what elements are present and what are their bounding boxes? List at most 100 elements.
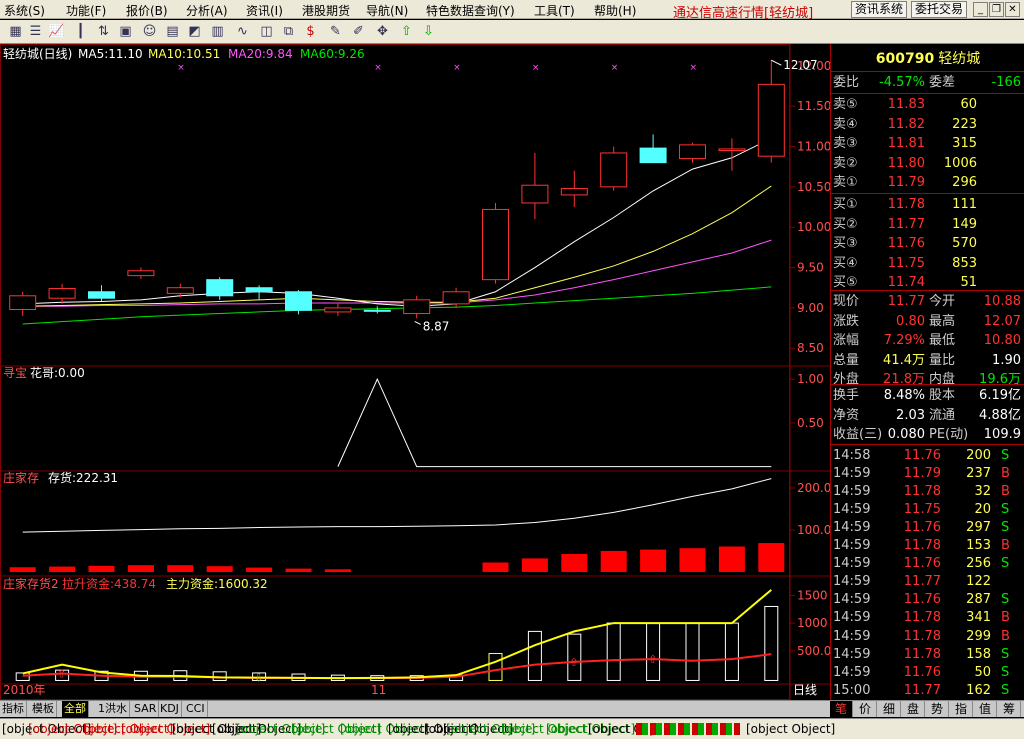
candle[interactable] bbox=[403, 295, 431, 319]
fin-value: 6.19亿 bbox=[979, 388, 1021, 403]
ma5-line bbox=[22, 137, 772, 307]
fund-icon[interactable]: ◩ bbox=[185, 22, 204, 41]
candle[interactable] bbox=[127, 267, 155, 279]
candle[interactable] bbox=[87, 285, 116, 302]
panel-tabs: 笔价细盘势指值筹 bbox=[830, 700, 1024, 717]
candle[interactable] bbox=[363, 306, 391, 314]
pen-icon[interactable]: ✎ bbox=[326, 22, 345, 41]
indicator-tab[interactable]: 全部 bbox=[62, 701, 89, 717]
menu-special-data[interactable]: 特色数据查询(Y) bbox=[426, 2, 515, 19]
indicator-tab[interactable]: KDJ bbox=[158, 701, 182, 717]
panel-tab[interactable]: 筹 bbox=[998, 701, 1021, 717]
menu-quote[interactable]: 报价(B) bbox=[126, 2, 168, 19]
bid-label: 买④ bbox=[833, 255, 858, 271]
y-tick-label: 500.0 bbox=[797, 644, 830, 658]
candle[interactable] bbox=[48, 283, 76, 304]
stock-bar bbox=[718, 546, 745, 572]
minimize-icon[interactable]: _ bbox=[973, 2, 988, 17]
folder-icon[interactable]: ▣ bbox=[116, 22, 135, 41]
candle-body bbox=[718, 148, 746, 152]
indicator-tab[interactable]: SAR bbox=[132, 701, 160, 717]
arrow-up-icon[interactable]: ⇧ bbox=[397, 22, 416, 41]
candle[interactable] bbox=[284, 290, 313, 315]
grid-icon[interactable]: ▦ bbox=[6, 22, 25, 41]
rsi-icon[interactable]: ∿ bbox=[233, 22, 252, 41]
menu-hk-futures[interactable]: 港股期货 bbox=[302, 2, 350, 19]
menu-system[interactable]: 系统(S) bbox=[4, 2, 45, 19]
candle[interactable] bbox=[678, 142, 707, 163]
candle-body bbox=[206, 279, 234, 297]
tick-price: 11.78 bbox=[903, 538, 941, 554]
chart-window-icon[interactable]: ◫ bbox=[257, 22, 276, 41]
zhuangcun2-label: 庄家存货2 bbox=[3, 576, 59, 591]
restore-icon[interactable]: ❐ bbox=[989, 2, 1004, 17]
sort-icon[interactable]: ⇅ bbox=[94, 22, 113, 41]
signal-marker: × bbox=[611, 63, 619, 73]
indicator-tab[interactable]: 1洪水 bbox=[96, 701, 130, 717]
panel-tab[interactable]: 指 bbox=[950, 701, 973, 717]
menu-tools[interactable]: 工具(T) bbox=[534, 2, 575, 19]
indicator-tab[interactable]: CCI bbox=[184, 701, 208, 717]
fund-box bbox=[646, 622, 661, 681]
close-icon[interactable]: ✕ bbox=[1005, 2, 1020, 17]
ask-row: 卖② 11.80 1006 bbox=[831, 154, 1024, 173]
stat-value: 10.88 bbox=[983, 294, 1021, 309]
stat-value: 0.80 bbox=[896, 313, 925, 329]
stock-bar bbox=[246, 567, 273, 572]
info-system-button[interactable]: 资讯系统 bbox=[851, 1, 908, 18]
tick-price: 11.76 bbox=[903, 664, 941, 680]
tick-direction: S bbox=[1001, 682, 1010, 698]
candle[interactable] bbox=[206, 277, 234, 300]
ask-label: 卖② bbox=[833, 155, 858, 171]
menu-function[interactable]: 功能(F) bbox=[66, 2, 106, 19]
menu-analysis[interactable]: 分析(A) bbox=[186, 2, 228, 19]
candle-icon[interactable]: ┃ bbox=[71, 22, 90, 41]
panel-tab[interactable]: 盘 bbox=[902, 701, 925, 717]
tick-direction: S bbox=[1001, 448, 1010, 463]
menu-help[interactable]: 帮助(H) bbox=[594, 2, 636, 19]
ask-label: 卖⑤ bbox=[833, 97, 858, 112]
tick-row: 14:59 11.76 287 S bbox=[831, 590, 1024, 609]
indicator-tab[interactable]: 指标 bbox=[0, 701, 27, 717]
kline-chart-area[interactable]: 12.0011.5011.0010.5010.009.509.008.5012.… bbox=[0, 44, 830, 700]
panel-tab[interactable]: 值 bbox=[974, 701, 997, 717]
people-icon[interactable]: ☺ bbox=[140, 22, 159, 41]
main-price-chart[interactable]: 12.0011.5011.0010.5010.009.509.008.5012.… bbox=[9, 58, 830, 355]
multi-window-icon[interactable]: ▤ bbox=[163, 22, 182, 41]
panel-tab[interactable]: 笔 bbox=[830, 701, 853, 717]
candle[interactable] bbox=[324, 303, 352, 316]
menu-info[interactable]: 资讯(I) bbox=[246, 2, 283, 19]
weibi-row: 委比 -4.57% 委差 -166 bbox=[831, 73, 1024, 92]
panel-tab[interactable]: 细 bbox=[878, 701, 901, 717]
move-icon[interactable]: ✥ bbox=[373, 22, 392, 41]
dollar-icon[interactable]: $ bbox=[301, 22, 320, 41]
candle[interactable] bbox=[639, 134, 667, 164]
bid-label: 买① bbox=[833, 197, 858, 212]
tick-time: 14:59 bbox=[833, 520, 871, 536]
stat-label: 今开 bbox=[929, 294, 956, 309]
tick-direction: S bbox=[1001, 502, 1010, 518]
arrow-down-icon[interactable]: ⇩ bbox=[419, 22, 438, 41]
candle[interactable] bbox=[521, 152, 549, 220]
candle[interactable] bbox=[600, 146, 628, 191]
list-icon[interactable]: ☰ bbox=[26, 22, 45, 41]
divider bbox=[831, 444, 1024, 445]
line-chart-icon[interactable]: 📈 bbox=[47, 22, 66, 41]
candle[interactable] bbox=[560, 170, 588, 208]
candle-body bbox=[363, 309, 391, 312]
candle[interactable] bbox=[718, 138, 746, 171]
compare-icon[interactable]: ⧉ bbox=[279, 22, 298, 41]
news-icon[interactable]: ▥ bbox=[208, 22, 227, 41]
candle[interactable] bbox=[481, 202, 510, 284]
trade-button[interactable]: 委托交易 bbox=[911, 1, 968, 18]
panel-tab[interactable]: 势 bbox=[926, 701, 949, 717]
stat-label: 量比 bbox=[929, 352, 956, 368]
tick-volume: 287 bbox=[966, 592, 991, 608]
panel-tab[interactable]: 价 bbox=[854, 701, 877, 717]
candle[interactable] bbox=[757, 60, 785, 163]
pencil-icon[interactable]: ✐ bbox=[349, 22, 368, 41]
candle[interactable] bbox=[9, 291, 37, 316]
menu-navigate[interactable]: 导航(N) bbox=[366, 2, 408, 19]
weicha-label: 委差 bbox=[929, 75, 956, 90]
indicator-tab[interactable]: 模板 bbox=[30, 701, 57, 717]
